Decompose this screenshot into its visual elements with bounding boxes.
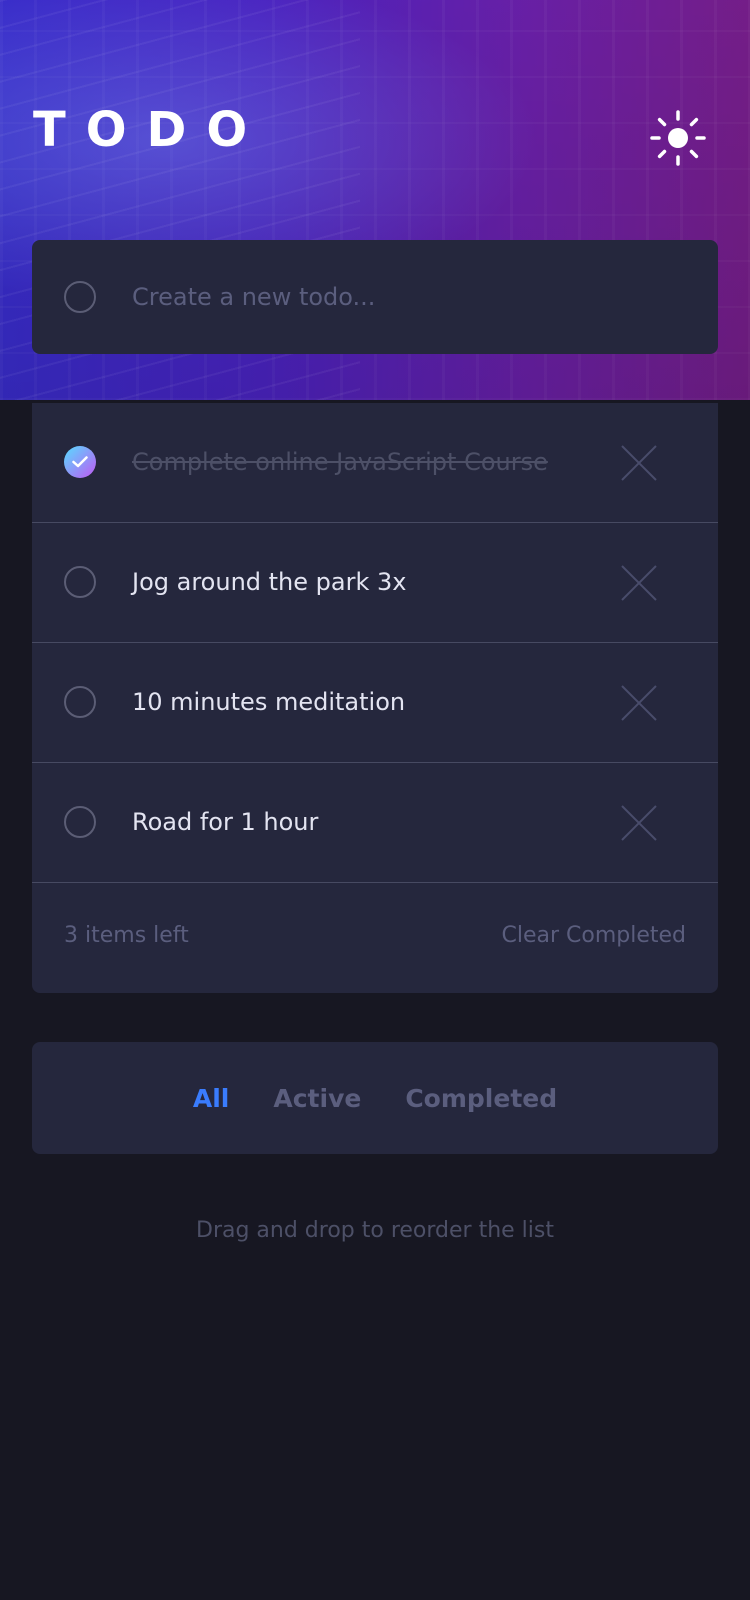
todo-text: Complete online JavaScript Course (132, 448, 548, 476)
todo-checkbox[interactable] (64, 686, 96, 718)
new-todo-card (32, 240, 718, 354)
todo-list: Complete online JavaScript Course Jog ar… (32, 403, 718, 993)
todo-checkbox-checked[interactable] (64, 446, 96, 478)
todo-text: Jog around the park 3x (132, 568, 407, 596)
todo-text: Road for 1 hour (132, 808, 319, 836)
new-todo-input[interactable] (132, 270, 672, 324)
items-left-count: 3 items left (64, 923, 189, 948)
filter-all[interactable]: All (193, 1084, 230, 1113)
new-todo-check-circle[interactable] (64, 281, 96, 313)
page-title: TODO (33, 102, 268, 158)
theme-toggle-button[interactable] (650, 110, 706, 166)
sun-icon (650, 110, 706, 166)
todo-item[interactable]: Jog around the park 3x (32, 523, 718, 643)
close-icon[interactable] (620, 564, 658, 602)
close-icon[interactable] (620, 804, 658, 842)
todo-item[interactable]: 10 minutes meditation (32, 643, 718, 763)
filter-bar: All Active Completed (32, 1042, 718, 1154)
list-footer: 3 items left Clear Completed (32, 883, 718, 993)
todo-checkbox[interactable] (64, 566, 96, 598)
todo-item[interactable]: Road for 1 hour (32, 763, 718, 883)
clear-completed-button[interactable]: Clear Completed (501, 921, 686, 951)
filter-active[interactable]: Active (273, 1084, 361, 1113)
todo-item[interactable]: Complete online JavaScript Course (32, 403, 718, 523)
todo-text: 10 minutes meditation (132, 688, 406, 716)
drag-drop-hint: Drag and drop to reorder the list (196, 1218, 554, 1243)
close-icon[interactable] (620, 444, 658, 482)
filter-completed[interactable]: Completed (405, 1084, 557, 1113)
todo-checkbox[interactable] (64, 806, 96, 838)
close-icon[interactable] (620, 684, 658, 722)
check-icon (72, 456, 88, 468)
